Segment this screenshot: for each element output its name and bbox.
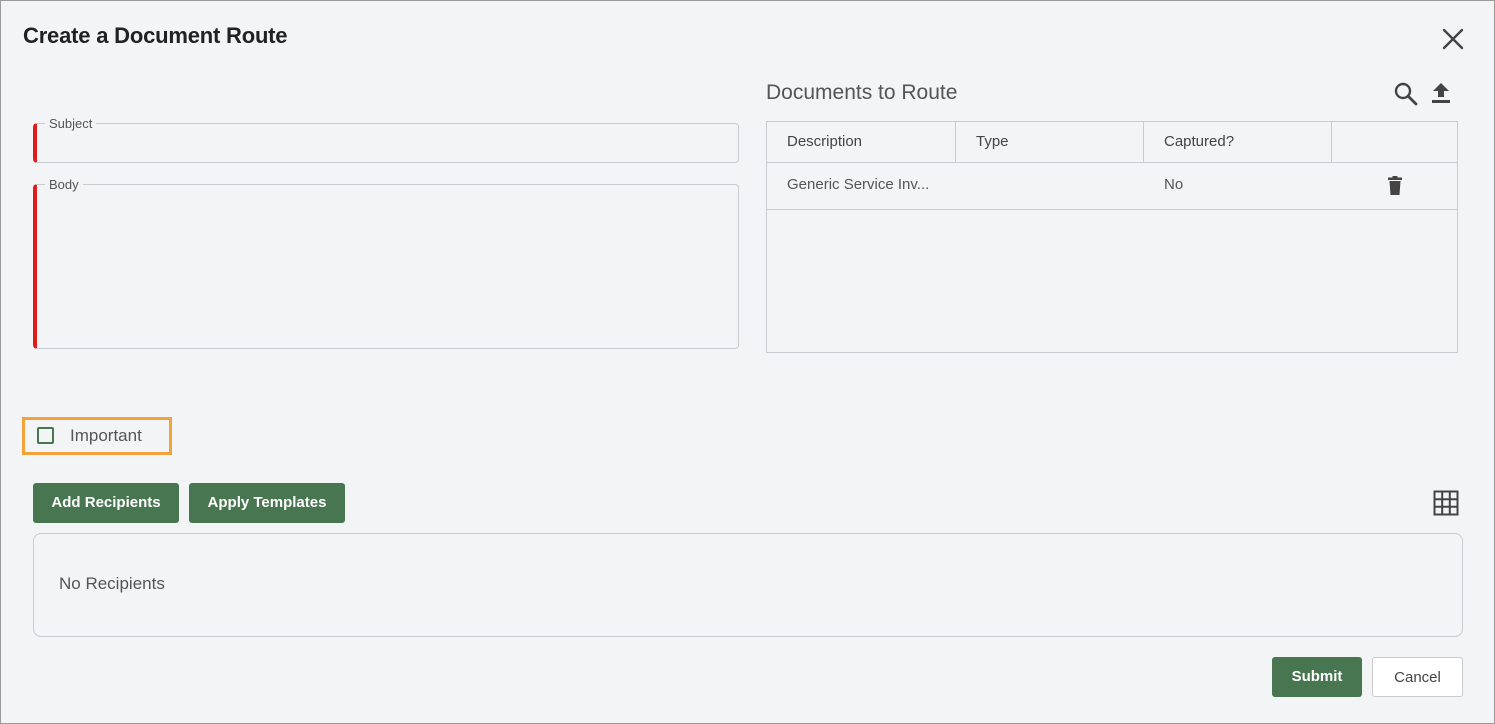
important-checkbox[interactable] <box>37 427 54 444</box>
close-icon <box>1442 28 1464 50</box>
body-textarea[interactable] <box>47 195 730 342</box>
subject-field[interactable]: Subject <box>33 117 739 163</box>
documents-title: Documents to Route <box>766 81 958 104</box>
body-label: Body <box>45 178 83 192</box>
apply-templates-button[interactable]: Apply Templates <box>189 483 345 523</box>
cell-type <box>956 163 1144 209</box>
body-field[interactable]: Body <box>33 178 739 349</box>
no-recipients-text: No Recipients <box>59 574 165 593</box>
column-header-type[interactable]: Type <box>956 122 1144 162</box>
submit-button[interactable]: Submit <box>1272 657 1362 697</box>
column-header-captured[interactable]: Captured? <box>1144 122 1332 162</box>
important-checkbox-row[interactable]: Important <box>22 417 172 455</box>
table-header: Description Type Captured? <box>767 122 1457 163</box>
grid-icon <box>1433 490 1459 516</box>
close-button[interactable] <box>1439 25 1467 53</box>
upload-icon <box>1432 83 1450 103</box>
upload-button[interactable] <box>1429 81 1453 110</box>
subject-input[interactable] <box>47 134 730 156</box>
add-recipients-button[interactable]: Add Recipients <box>33 483 179 523</box>
search-icon <box>1394 82 1418 106</box>
column-header-actions <box>1332 122 1457 162</box>
cell-description: Generic Service Inv... <box>787 176 930 193</box>
create-document-route-dialog: Create a Document Route Subject Body Doc… <box>0 0 1495 724</box>
dialog-title: Create a Document Route <box>23 23 288 48</box>
cancel-button[interactable]: Cancel <box>1372 657 1463 697</box>
documents-table: Description Type Captured? Generic Servi… <box>766 121 1458 353</box>
column-header-description[interactable]: Description <box>767 122 956 162</box>
trash-icon <box>1388 176 1402 195</box>
cell-captured: No <box>1164 176 1184 193</box>
subject-label: Subject <box>45 117 97 131</box>
table-row[interactable]: Generic Service Inv... No <box>767 163 1457 210</box>
important-label: Important <box>70 426 142 445</box>
delete-document-button[interactable] <box>1384 175 1406 202</box>
search-button[interactable] <box>1393 81 1419 112</box>
grid-view-button[interactable] <box>1433 490 1459 521</box>
recipients-panel: No Recipients <box>33 533 1463 637</box>
